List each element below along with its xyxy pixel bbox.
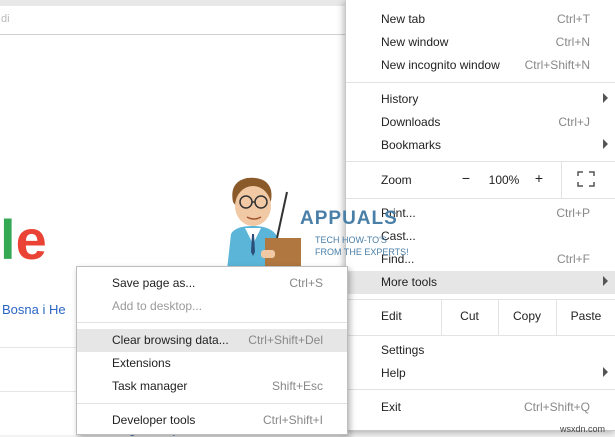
menu-separator (346, 161, 615, 162)
submenu-arrow-icon (603, 276, 608, 286)
submenu-arrow-icon (603, 367, 608, 377)
watermark-brand: APPUALS (300, 208, 398, 229)
site-watermark: wsxdn.com (560, 424, 606, 434)
submenu-item-task-manager[interactable]: Task manager Shift+Esc (77, 375, 347, 398)
logo-letter-e: e (15, 208, 47, 271)
menu-item-settings[interactable]: Settings (346, 339, 615, 362)
submenu-arrow-icon (603, 139, 608, 149)
menu-item-label: Bookmarks (381, 138, 442, 152)
menu-separator (77, 322, 347, 323)
menu-item-shortcut: Ctrl+T (557, 12, 590, 26)
submenu-item-add-to-desktop[interactable]: Add to desktop... (77, 295, 347, 318)
zoom-level: 100% (488, 173, 520, 187)
submenu-item-label: Task manager (112, 379, 188, 393)
submenu-item-label: Extensions (112, 356, 171, 370)
region-link[interactable]: Bosna i He (2, 302, 66, 317)
menu-item-shortcut: Ctrl+Shift+N (524, 58, 590, 72)
menu-item-label: Exit (381, 400, 402, 414)
menu-item-shortcut: Ctrl+N (555, 35, 590, 49)
fullscreen-icon[interactable] (577, 171, 595, 187)
menu-separator (346, 299, 615, 300)
menu-item-new-tab[interactable]: New tab Ctrl+T (346, 8, 615, 31)
menu-item-label: More tools (381, 275, 438, 289)
cut-button[interactable]: Cut (442, 304, 497, 328)
menu-item-exit[interactable]: Exit Ctrl+Shift+Q (346, 396, 615, 419)
address-bar-text: di (1, 13, 10, 25)
submenu-item-shortcut: Ctrl+Shift+Del (248, 333, 323, 347)
menu-item-zoom: Zoom (346, 169, 615, 192)
menu-item-label: New incognito window (381, 58, 500, 72)
menu-item-label: History (381, 92, 419, 106)
menu-item-history[interactable]: History (346, 88, 615, 111)
zoom-label: Zoom (381, 173, 412, 187)
logo-letter-l: l (0, 208, 16, 271)
submenu-item-shortcut: Ctrl+S (289, 276, 323, 290)
menu-separator (77, 403, 347, 404)
zoom-in-button[interactable]: + (531, 170, 547, 186)
menu-item-bookmarks[interactable]: Bookmarks (346, 134, 615, 157)
menu-item-shortcut: Ctrl+J (558, 115, 590, 129)
menu-item-help[interactable]: Help (346, 362, 615, 385)
menu-item-label: Help (381, 366, 406, 380)
copy-button[interactable]: Copy (499, 304, 555, 328)
submenu-item-shortcut: Ctrl+Shift+I (262, 413, 323, 427)
submenu-item-label: Clear browsing data... (112, 333, 229, 347)
submenu-item-save-page[interactable]: Save page as... Ctrl+S (77, 272, 347, 295)
menu-item-new-window[interactable]: New window Ctrl+N (346, 31, 615, 54)
watermark-tagline: TECH HOW-TO'S FROM THE EXPERTS! (315, 235, 409, 257)
more-tools-submenu: Save page as... Ctrl+S Add to desktop...… (76, 266, 348, 435)
address-bar[interactable]: di (0, 6, 350, 35)
paste-button[interactable]: Paste (557, 304, 615, 328)
submenu-item-shortcut: Shift+Esc (271, 379, 323, 393)
menu-separator (346, 198, 615, 199)
submenu-item-extensions[interactable]: Extensions (77, 352, 347, 375)
google-logo[interactable]: le (0, 210, 47, 270)
menu-item-label: New tab (381, 12, 426, 26)
menu-item-shortcut: Ctrl+F (557, 252, 590, 266)
submenu-item-label: Add to desktop... (112, 299, 203, 313)
edit-label: Edit (381, 309, 402, 323)
submenu-item-label: Developer tools (112, 413, 196, 427)
zoom-out-button[interactable]: − (456, 170, 476, 186)
menu-item-shortcut: Ctrl+P (556, 206, 590, 220)
appuals-mascot-watermark (227, 177, 301, 270)
submenu-item-clear-browsing-data[interactable]: Clear browsing data... Ctrl+Shift+Del (77, 329, 347, 352)
menu-item-label: New window (381, 35, 449, 49)
menu-item-new-incognito-window[interactable]: New incognito window Ctrl+Shift+N (346, 54, 615, 77)
menu-item-label: Settings (381, 343, 425, 357)
menu-separator (346, 82, 615, 83)
menu-item-label: Downloads (381, 115, 441, 129)
menu-separator (346, 389, 615, 390)
menu-item-shortcut: Ctrl+Shift+Q (523, 400, 590, 414)
submenu-item-developer-tools[interactable]: Developer tools Ctrl+Shift+I (77, 409, 347, 432)
submenu-arrow-icon (603, 93, 608, 103)
menu-item-downloads[interactable]: Downloads Ctrl+J (346, 111, 615, 134)
divider (561, 161, 562, 199)
menu-separator (346, 335, 615, 336)
submenu-item-label: Save page as... (112, 276, 196, 290)
menu-item-more-tools[interactable]: More tools (346, 271, 615, 294)
